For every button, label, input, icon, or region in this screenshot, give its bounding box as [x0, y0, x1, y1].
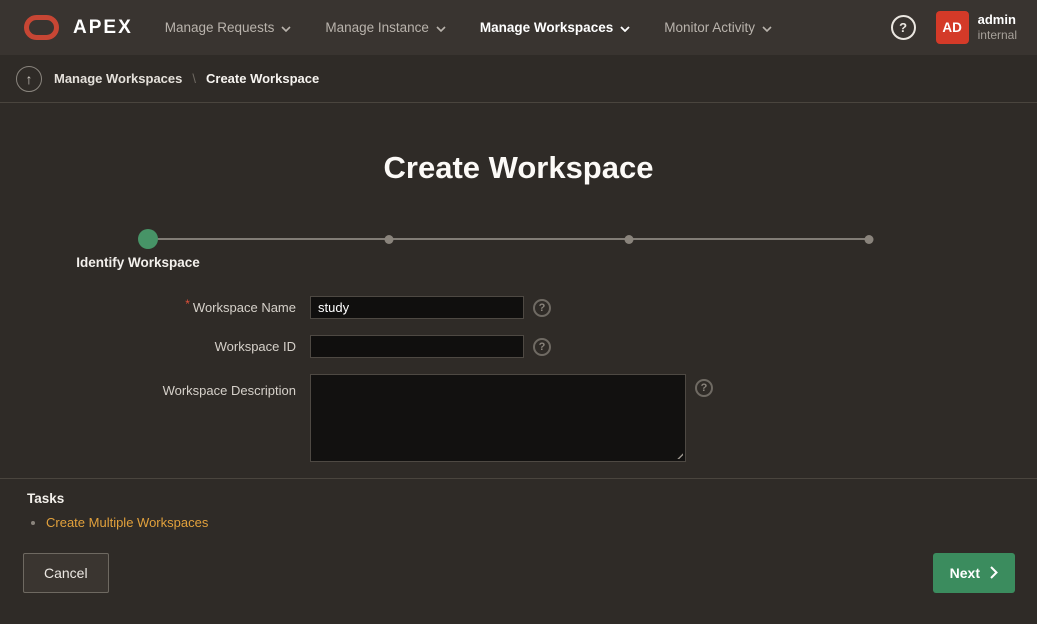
breadcrumb: ↑ Manage Workspaces \ Create Workspace [0, 55, 1037, 103]
step-dot-icon [865, 235, 874, 244]
chevron-down-icon [436, 26, 446, 32]
nav-item-monitor-activity[interactable]: Monitor Activity [664, 20, 772, 35]
identify-workspace-form: *Workspace Name ? Workspace ID ? Workspa… [0, 296, 1037, 462]
textarea-wrap [310, 374, 686, 462]
chevron-right-icon [990, 566, 998, 579]
field-row-workspace-id: Workspace ID ? [0, 335, 1037, 358]
main-content: Create Workspace Identify Workspace *Wor… [0, 150, 1037, 593]
help-button[interactable]: ? [891, 15, 916, 40]
chevron-down-icon [762, 26, 772, 32]
current-step-dot-icon [138, 229, 158, 249]
up-arrow-icon: ↑ [26, 71, 33, 87]
field-help-icon[interactable]: ? [533, 338, 551, 356]
wizard-footer: Cancel Next [0, 537, 1037, 593]
user-name: admin [978, 12, 1017, 28]
workspace-description-textarea[interactable] [310, 374, 686, 462]
user-context: internal [978, 28, 1017, 43]
nav-item-manage-instance[interactable]: Manage Instance [325, 20, 446, 35]
page-title: Create Workspace [0, 150, 1037, 186]
nav-label: Manage Requests [165, 20, 275, 35]
tasks-list: Create Multiple Workspaces [27, 513, 1010, 533]
step-4 [865, 229, 874, 244]
step-3 [624, 229, 633, 244]
field-row-workspace-name: *Workspace Name ? [0, 296, 1037, 319]
workspace-id-label: Workspace ID [0, 339, 310, 354]
tasks-section: Tasks Create Multiple Workspaces [0, 478, 1037, 537]
breadcrumb-separator: \ [192, 71, 196, 86]
chevron-down-icon [620, 26, 630, 32]
app-header: APEX Manage Requests Manage Instance Man… [0, 0, 1037, 55]
help-icon: ? [899, 20, 907, 35]
field-row-workspace-description: Workspace Description ? [0, 374, 1037, 462]
field-help-icon[interactable]: ? [695, 379, 713, 397]
next-button[interactable]: Next [933, 553, 1015, 593]
current-step-label: Identify Workspace [76, 255, 200, 270]
nav-label: Monitor Activity [664, 20, 755, 35]
nav-item-manage-requests[interactable]: Manage Requests [165, 20, 292, 35]
required-marker: * [185, 297, 190, 311]
next-button-label: Next [950, 565, 980, 581]
create-multiple-workspaces-link[interactable]: Create Multiple Workspaces [46, 515, 208, 530]
oracle-logo-icon [24, 15, 59, 40]
step-line [148, 238, 869, 240]
step-2 [384, 229, 393, 244]
back-button[interactable]: ↑ [16, 66, 42, 92]
workspace-name-label: *Workspace Name [0, 300, 310, 315]
wizard-progress: Identify Workspace [148, 229, 869, 249]
avatar[interactable]: AD [936, 11, 969, 44]
nav-label: Manage Workspaces [480, 20, 613, 35]
main-nav: Manage Requests Manage Instance Manage W… [165, 20, 772, 35]
nav-label: Manage Instance [325, 20, 429, 35]
workspace-description-label: Workspace Description [0, 374, 310, 398]
brand-apex: APEX [73, 17, 133, 39]
workspace-name-input[interactable] [310, 296, 524, 319]
breadcrumb-parent[interactable]: Manage Workspaces [54, 71, 182, 86]
tasks-title: Tasks [27, 491, 1010, 506]
user-meta: admin internal [978, 12, 1017, 43]
nav-item-manage-workspaces[interactable]: Manage Workspaces [480, 20, 630, 35]
breadcrumb-current: Create Workspace [206, 71, 319, 86]
header-right: ? AD admin internal [891, 11, 1017, 44]
chevron-down-icon [281, 26, 291, 32]
cancel-button[interactable]: Cancel [23, 553, 109, 593]
list-item: Create Multiple Workspaces [46, 513, 1010, 533]
step-1-current: Identify Workspace [138, 229, 158, 249]
step-dot-icon [624, 235, 633, 244]
field-help-icon[interactable]: ? [533, 299, 551, 317]
workspace-id-input[interactable] [310, 335, 524, 358]
step-dot-icon [384, 235, 393, 244]
